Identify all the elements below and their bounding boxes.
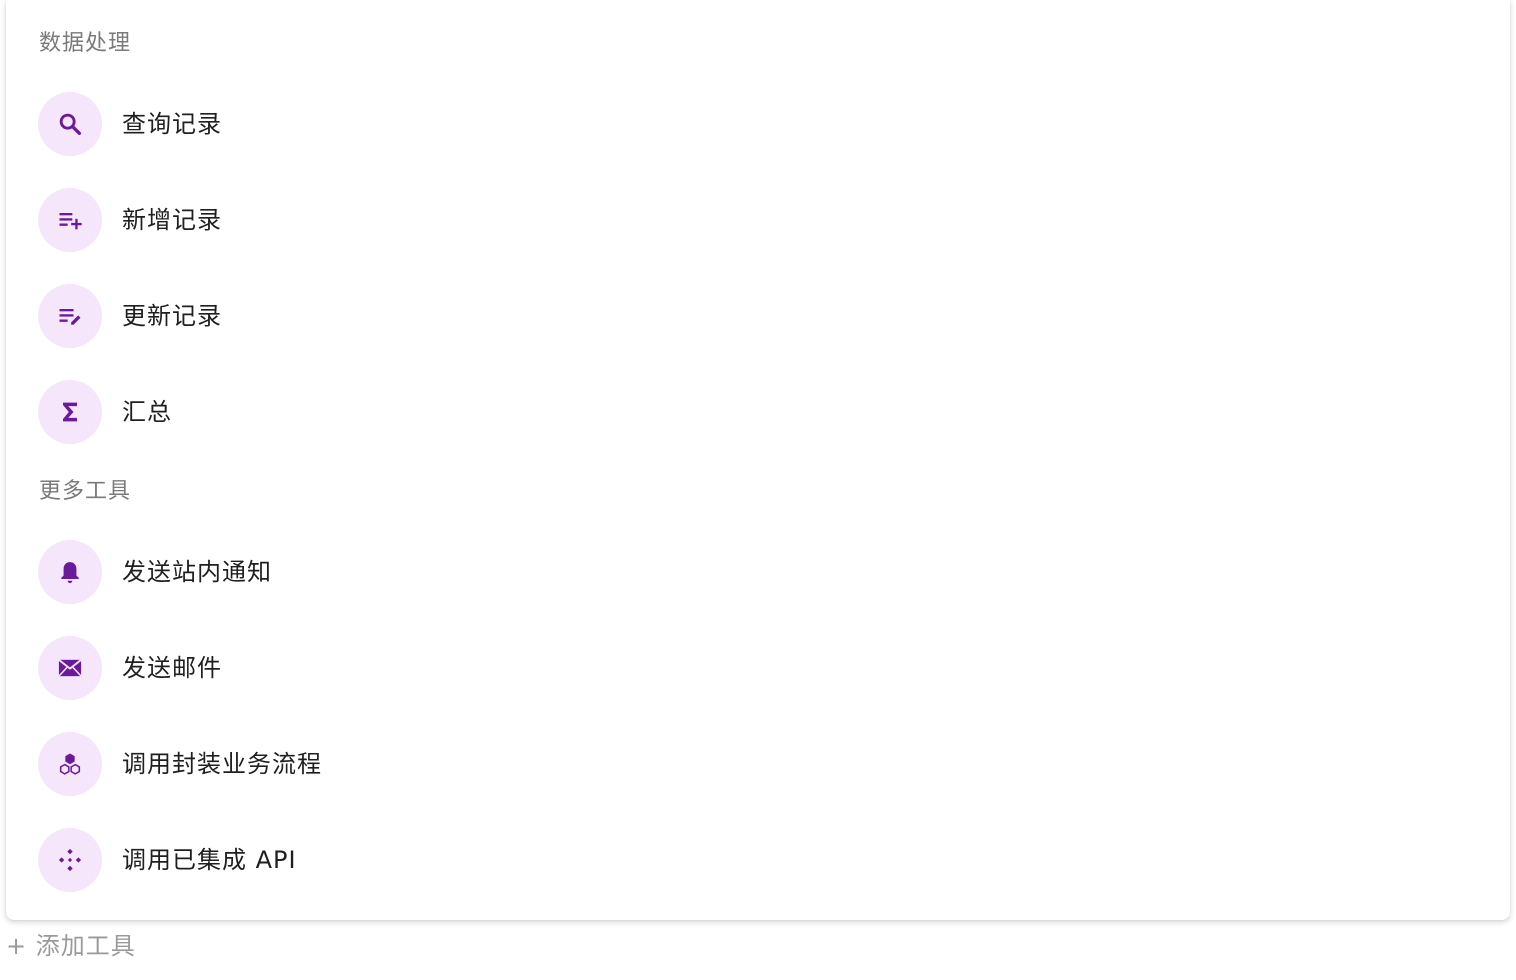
mail-icon — [38, 636, 102, 700]
tool-item-summary[interactable]: 汇总 — [38, 380, 172, 444]
tool-item-label: 汇总 — [122, 398, 172, 426]
tool-item-query-records[interactable]: 查询记录 — [38, 92, 222, 156]
tool-item-label: 调用封装业务流程 — [122, 750, 322, 778]
tool-item-add-record[interactable]: 新增记录 — [38, 188, 222, 252]
workflow-icon — [38, 732, 102, 796]
tool-item-label: 发送邮件 — [122, 654, 222, 682]
playlist-add-icon — [38, 188, 102, 252]
tool-item-label: 调用已集成 API — [122, 846, 297, 874]
tool-item-label: 查询记录 — [122, 110, 222, 138]
tool-item-update-record[interactable]: 更新记录 — [38, 284, 222, 348]
tool-picker-panel: 数据处理 查询记录 新增记录 更新记录 汇总 更多工具 发送站内通知 发送邮件 … — [6, 0, 1510, 920]
tool-item-label: 新增记录 — [122, 206, 222, 234]
tool-item-call-api[interactable]: 调用已集成 API — [38, 828, 297, 892]
edit-list-icon — [38, 284, 102, 348]
search-icon — [38, 92, 102, 156]
tool-item-call-workflow[interactable]: 调用封装业务流程 — [38, 732, 322, 796]
tool-item-send-notification[interactable]: 发送站内通知 — [38, 540, 272, 604]
section-title-data-processing: 数据处理 — [39, 31, 132, 56]
sigma-icon — [38, 380, 102, 444]
api-icon — [38, 828, 102, 892]
tool-item-send-email[interactable]: 发送邮件 — [38, 636, 222, 700]
add-tool-button[interactable]: + 添加工具 — [6, 930, 136, 962]
tool-item-label: 发送站内通知 — [122, 558, 272, 586]
bell-icon — [38, 540, 102, 604]
tool-item-label: 更新记录 — [122, 302, 222, 330]
section-title-more-tools: 更多工具 — [39, 479, 132, 504]
